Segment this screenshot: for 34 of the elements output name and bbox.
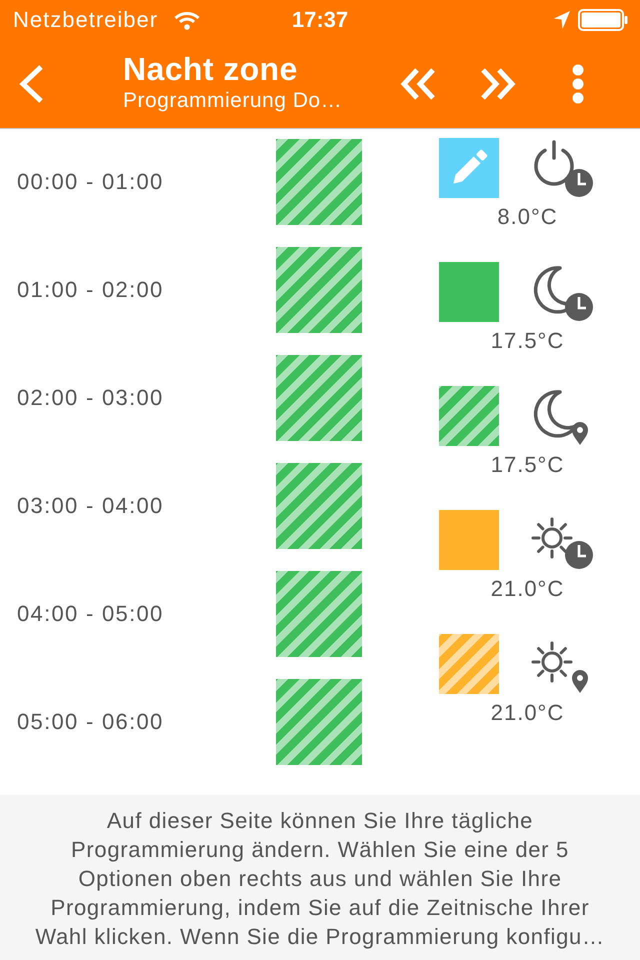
temperature-label: 17.5°C [490, 452, 564, 478]
zone-title: Nacht zone [123, 50, 299, 88]
time-range: 05:00 - 06:00 [17, 709, 165, 735]
mode-swatch[interactable] [439, 510, 499, 570]
time-range: 02:00 - 03:00 [17, 385, 165, 411]
temperature-label: 21.0°C [490, 700, 564, 726]
time-slot-tile[interactable] [276, 571, 362, 657]
time-slot-tile[interactable] [276, 139, 362, 225]
time-range: 03:00 - 04:00 [17, 493, 165, 519]
time-slot-tile[interactable] [276, 679, 362, 765]
time-slot-tile[interactable] [276, 355, 362, 441]
time-slot-tile[interactable] [276, 463, 362, 549]
time-slot-tile[interactable] [276, 247, 362, 333]
time-range: 00:00 - 01:00 [17, 169, 165, 195]
help-text: Auf dieser Seite können Sie Ihre tägliche Programmierung ändern. Wählen Sie eine der 5 Optionen oben rechts aus und wählen Sie Ihre Programmierung, indem Sie auf die Zeitnische Ihrer Wahl klicken. Wenn Sie die Programmierung konfigu… [35, 807, 605, 951]
temperature-label: 17.5°C [490, 328, 564, 354]
mode-swatch[interactable] [439, 386, 499, 446]
time-range: 04:00 - 05:00 [17, 601, 165, 627]
battery-icon [578, 9, 628, 31]
wifi-icon [174, 10, 200, 30]
mode-swatch[interactable] [439, 262, 499, 322]
carrier-name: Netzbetreiber [13, 7, 158, 33]
temperature-label: 8.0°C [496, 204, 558, 230]
status-time: 17:37 [292, 7, 348, 33]
zone-subtitle: Programmierung Do… [123, 88, 344, 114]
double-chevron-left-icon[interactable] [400, 67, 436, 101]
more-options-icon[interactable] [572, 64, 584, 104]
back-icon[interactable] [17, 64, 45, 104]
mode-swatch[interactable] [439, 634, 499, 694]
temperature-label: 21.0°C [490, 576, 564, 602]
location-arrow-icon [554, 11, 570, 29]
double-chevron-right-icon[interactable] [480, 67, 516, 101]
time-range: 01:00 - 02:00 [17, 277, 165, 303]
mode-swatch[interactable] [439, 138, 499, 198]
